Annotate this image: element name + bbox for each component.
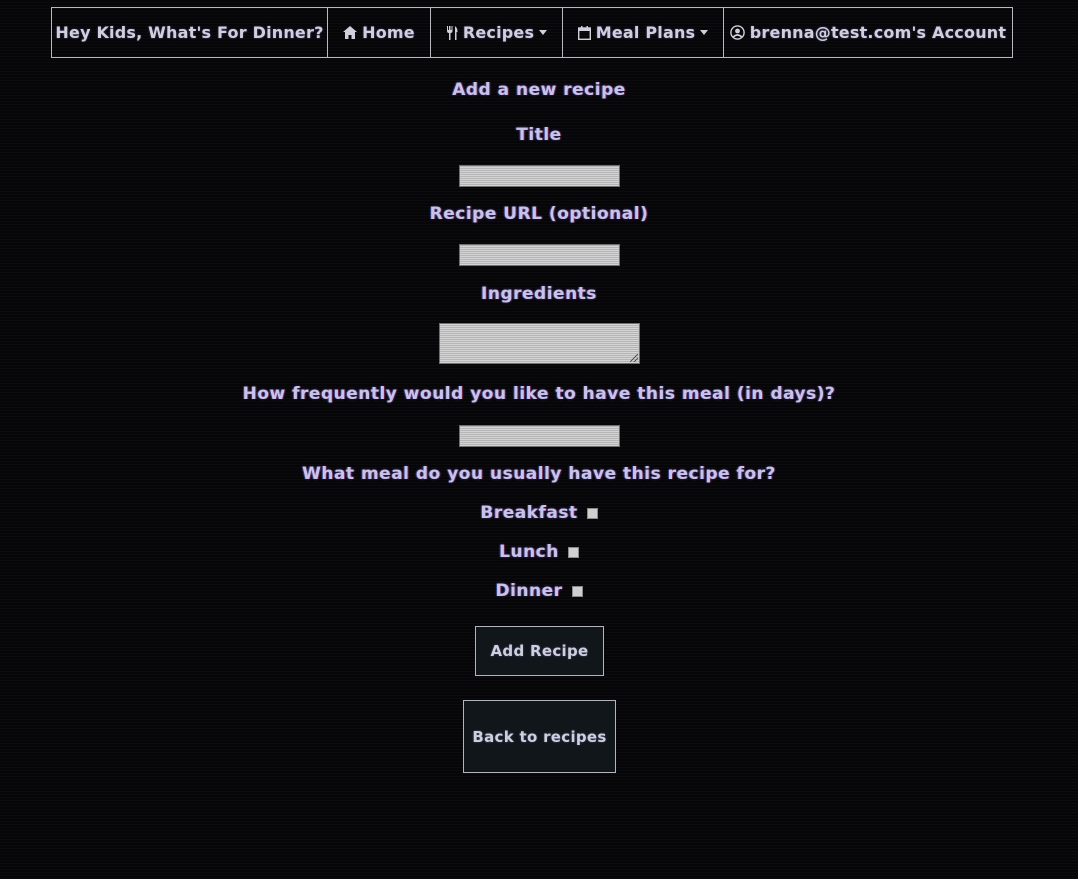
utensils-icon bbox=[446, 25, 458, 40]
ingredients-label: Ingredients bbox=[481, 284, 597, 304]
user-circle-icon bbox=[729, 25, 745, 40]
nav-account-label: brenna@test.com's Account bbox=[749, 23, 1007, 42]
resize-grip-icon[interactable] bbox=[630, 354, 638, 362]
nav-meal-plans-label: Meal Plans bbox=[595, 23, 696, 42]
ingredients-textarea[interactable] bbox=[439, 323, 640, 364]
nav-meal-plans-dropdown[interactable]: Meal Plans bbox=[562, 7, 724, 58]
lunch-label: Lunch bbox=[499, 542, 559, 562]
nav-account[interactable]: brenna@test.com's Account bbox=[723, 7, 1013, 58]
home-icon bbox=[343, 26, 358, 39]
dinner-label: Dinner bbox=[495, 581, 563, 601]
title-label: Title bbox=[516, 125, 562, 145]
navbar: Hey Kids, What's For Dinner? Home Recipe… bbox=[51, 7, 1013, 58]
lunch-checkbox[interactable] bbox=[567, 546, 579, 558]
calendar-icon bbox=[577, 25, 591, 40]
breakfast-checkbox[interactable] bbox=[586, 507, 598, 519]
title-input[interactable] bbox=[459, 165, 620, 187]
brand-label: Hey Kids, What's For Dinner? bbox=[55, 23, 324, 42]
meal-type-label: What meal do you usually have this recip… bbox=[302, 464, 776, 484]
nav-home-label: Home bbox=[362, 23, 415, 42]
add-recipe-button[interactable]: Add Recipe bbox=[475, 626, 604, 676]
back-to-recipes-button[interactable]: Back to recipes bbox=[463, 700, 616, 773]
nav-recipes-dropdown[interactable]: Recipes bbox=[430, 7, 563, 58]
page-title: Add a new recipe bbox=[452, 80, 626, 100]
nav-recipes-label: Recipes bbox=[462, 23, 535, 42]
frequency-input[interactable] bbox=[459, 425, 620, 447]
nav-home[interactable]: Home bbox=[327, 7, 431, 58]
recipe-url-label: Recipe URL (optional) bbox=[429, 204, 649, 224]
breakfast-option: Breakfast bbox=[0, 502, 1078, 524]
chevron-down-icon bbox=[539, 30, 548, 35]
brand-link[interactable]: Hey Kids, What's For Dinner? bbox=[51, 7, 328, 58]
recipe-url-input[interactable] bbox=[459, 244, 620, 266]
dinner-option: Dinner bbox=[0, 580, 1078, 602]
frequency-label: How frequently would you like to have th… bbox=[242, 384, 836, 404]
lunch-option: Lunch bbox=[0, 541, 1078, 563]
dinner-checkbox[interactable] bbox=[571, 585, 583, 597]
breakfast-label: Breakfast bbox=[480, 503, 578, 523]
chevron-down-icon bbox=[700, 30, 709, 35]
